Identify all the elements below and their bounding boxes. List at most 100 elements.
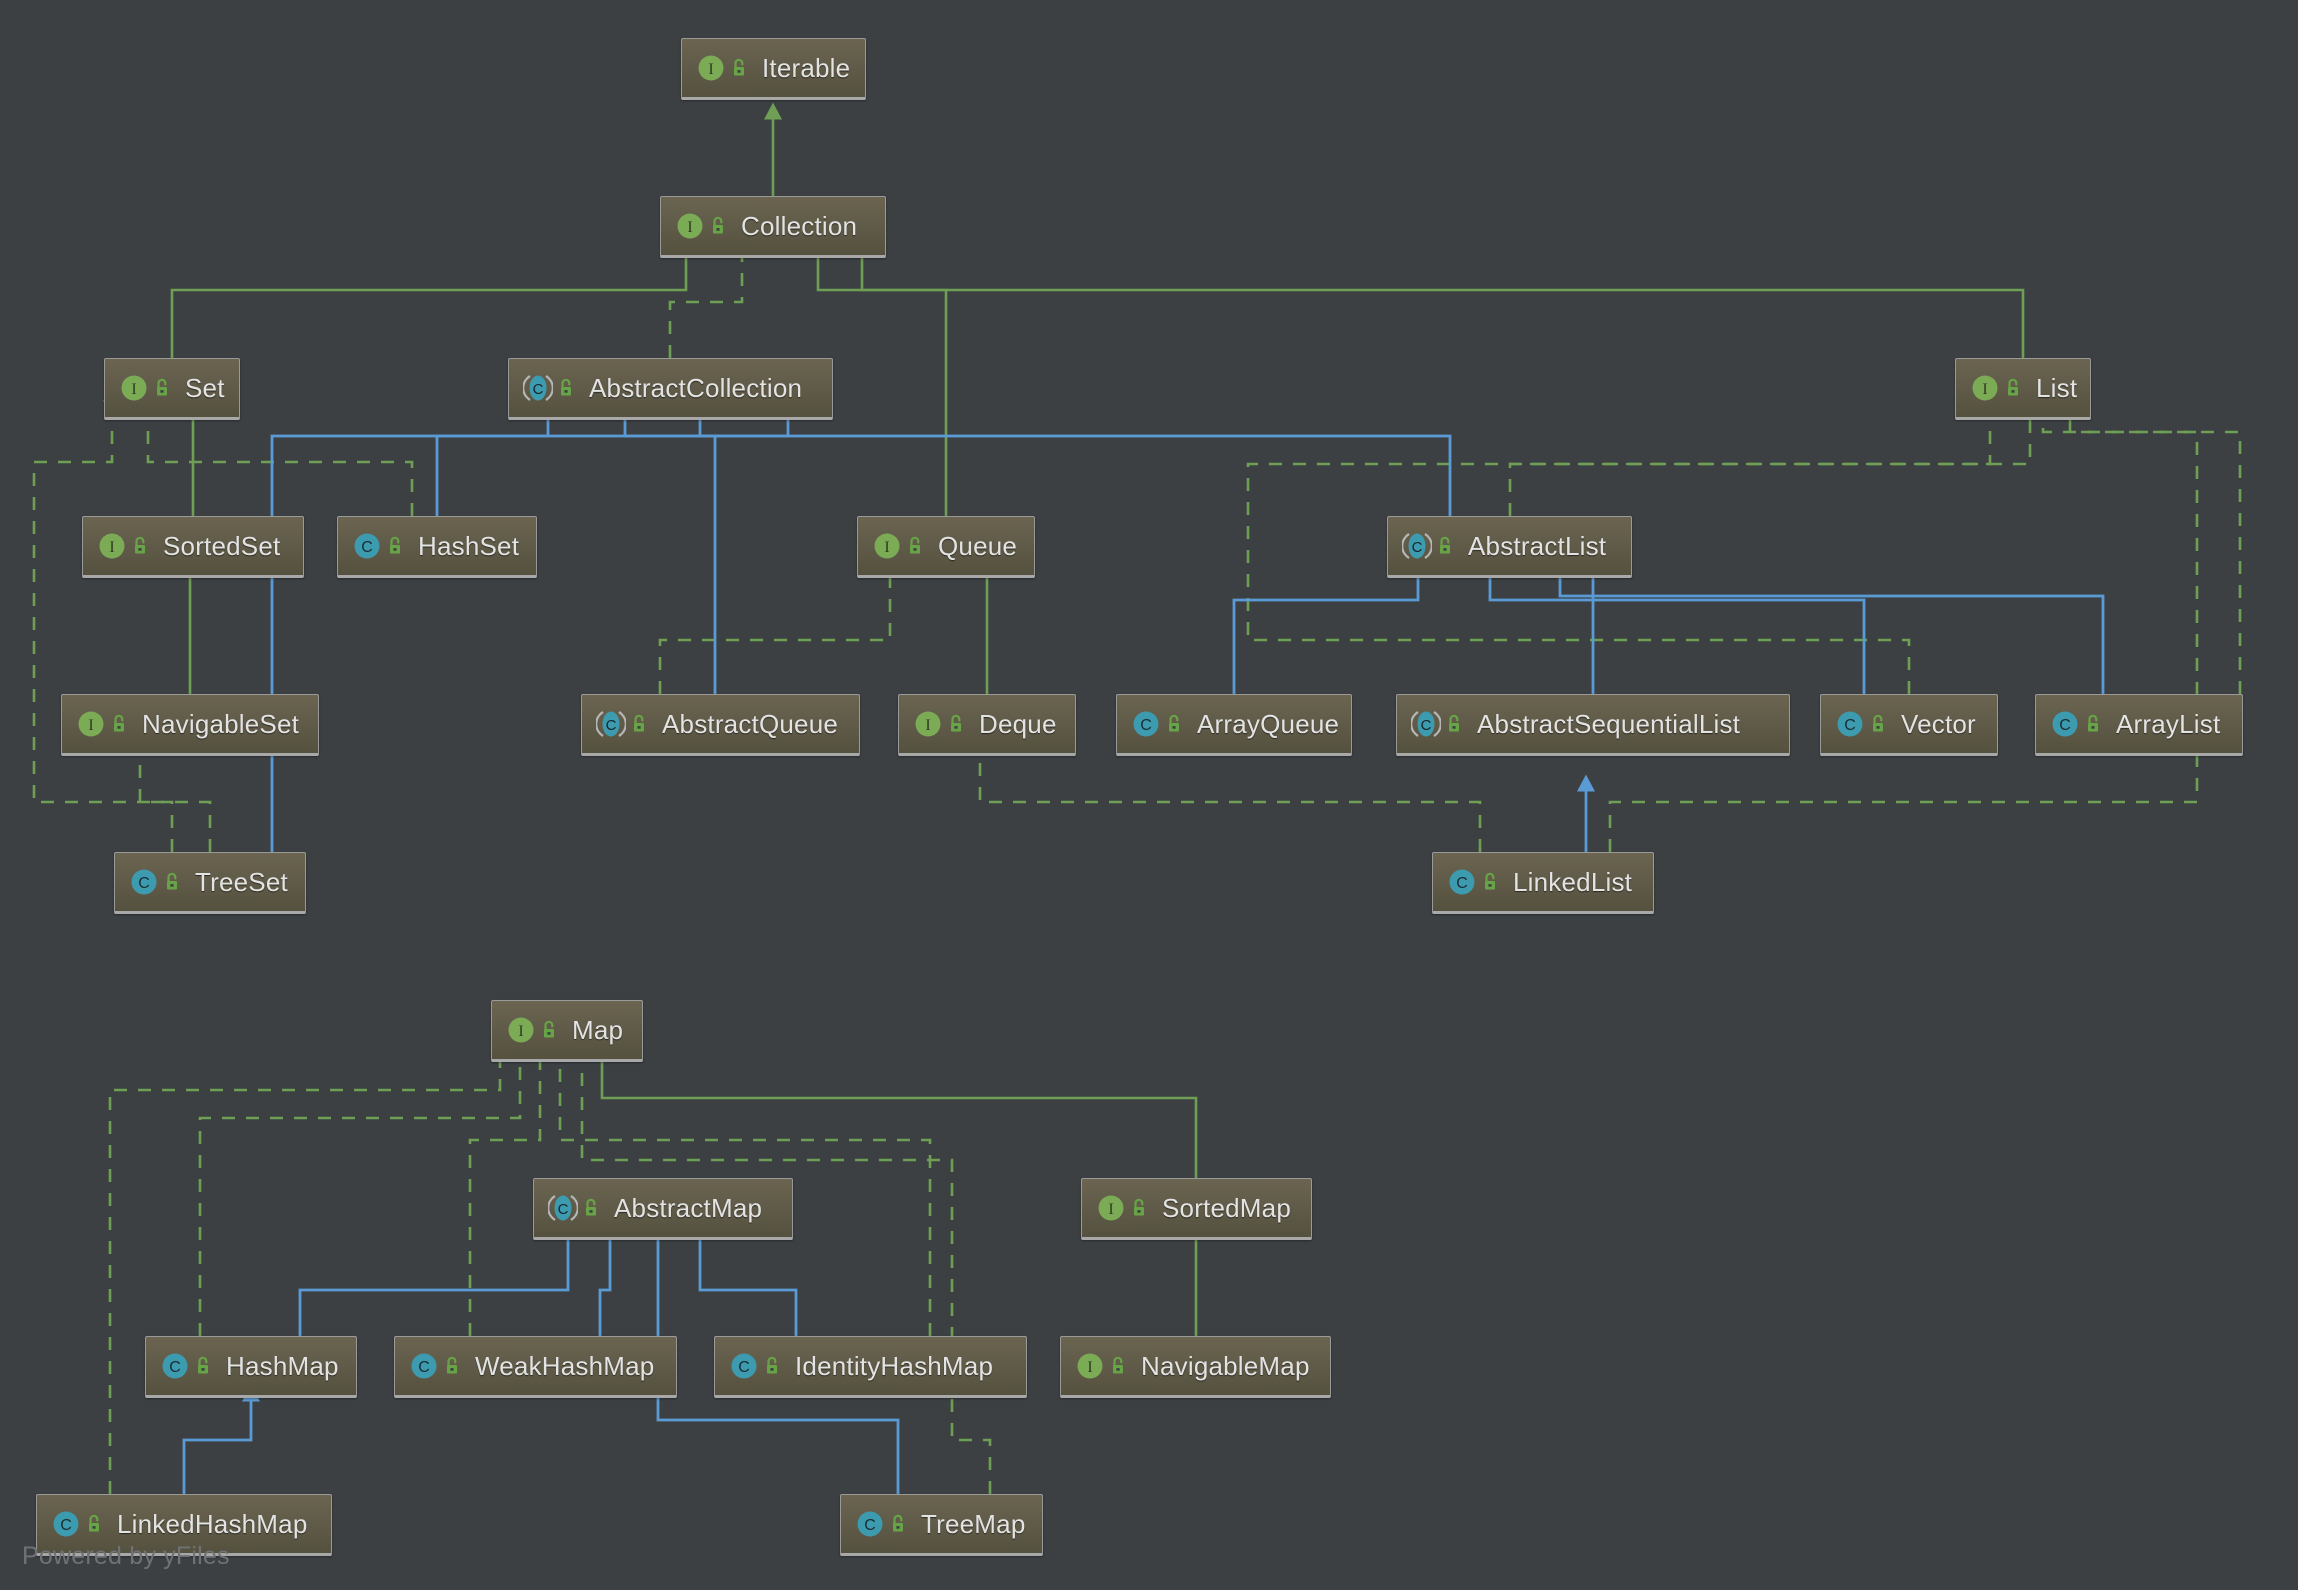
class-node-hashset[interactable]: C HashSet: [337, 516, 537, 578]
interface-icon: I: [1096, 1193, 1126, 1223]
unlocked-padlock-icon: [1165, 713, 1185, 735]
svg-text:I: I: [518, 1023, 523, 1040]
class-node-label: Set: [185, 373, 225, 403]
svg-text:I: I: [109, 539, 114, 556]
class-node-map[interactable]: I Map: [491, 1000, 643, 1062]
class-node-identityhashmap[interactable]: C IdentityHashMap: [714, 1336, 1027, 1398]
class-icon: C: [1835, 709, 1865, 739]
svg-text:C: C: [606, 717, 617, 734]
class-node-label: ArrayQueue: [1197, 709, 1340, 739]
class-node-navigablemap[interactable]: I NavigableMap: [1060, 1336, 1331, 1398]
unlocked-padlock-icon: [110, 713, 130, 735]
class-node-label: Map: [572, 1015, 624, 1045]
unlocked-padlock-icon: [709, 215, 729, 237]
abstract-class-icon: C: [1402, 531, 1432, 561]
yfiles-watermark: Powered by yFiles: [22, 1542, 230, 1570]
class-node-vector[interactable]: C Vector: [1820, 694, 1998, 756]
class-node-arrayqueue[interactable]: C ArrayQueue: [1116, 694, 1352, 756]
class-node-label: Vector: [1901, 709, 1976, 739]
svg-text:C: C: [1421, 717, 1432, 734]
class-icon: C: [2050, 709, 2080, 739]
class-node-treeset[interactable]: C TreeSet: [114, 852, 306, 914]
unlocked-padlock-icon: [443, 1355, 463, 1377]
unlocked-padlock-icon: [889, 1513, 909, 1535]
class-node-label: NavigableSet: [142, 709, 300, 739]
class-node-abstractqueue[interactable]: C AbstractQueue: [581, 694, 860, 756]
svg-text:C: C: [361, 539, 373, 556]
class-icon: C: [160, 1351, 190, 1381]
unlocked-padlock-icon: [85, 1513, 105, 1535]
unlocked-padlock-icon: [1481, 871, 1501, 893]
class-node-list[interactable]: I List: [1955, 358, 2091, 420]
svg-text:C: C: [558, 1201, 569, 1218]
class-node-label: AbstractQueue: [662, 709, 839, 739]
svg-text:C: C: [60, 1517, 72, 1534]
unlocked-padlock-icon: [730, 57, 750, 79]
class-node-abstractlist[interactable]: C AbstractList: [1387, 516, 1632, 578]
class-node-navigableset[interactable]: I NavigableSet: [61, 694, 319, 756]
unlocked-padlock-icon: [1130, 1197, 1150, 1219]
class-icon: C: [729, 1351, 759, 1381]
unlocked-padlock-icon: [906, 535, 926, 557]
interface-icon: I: [97, 531, 127, 561]
svg-text:C: C: [2059, 717, 2071, 734]
unlocked-padlock-icon: [1869, 713, 1889, 735]
class-node-label: Queue: [938, 531, 1018, 561]
unlocked-padlock-icon: [194, 1355, 214, 1377]
svg-text:I: I: [1982, 381, 1987, 398]
class-node-arraylist[interactable]: C ArrayList: [2035, 694, 2243, 756]
unlocked-padlock-icon: [557, 377, 577, 399]
class-node-label: HashSet: [418, 531, 520, 561]
class-icon: C: [129, 867, 159, 897]
class-node-iterable[interactable]: I Iterable: [681, 38, 866, 100]
interface-icon: I: [1970, 373, 2000, 403]
class-node-collection[interactable]: I Collection: [660, 196, 886, 258]
class-node-treemap[interactable]: C TreeMap: [840, 1494, 1043, 1556]
abstract-class-icon: C: [548, 1193, 578, 1223]
class-node-linkedlist[interactable]: C LinkedList: [1432, 852, 1654, 914]
class-node-label: LinkedHashMap: [117, 1509, 308, 1539]
unlocked-padlock-icon: [763, 1355, 783, 1377]
unlocked-padlock-icon: [386, 535, 406, 557]
interface-icon: I: [1075, 1351, 1105, 1381]
class-node-sortedmap[interactable]: I SortedMap: [1081, 1178, 1312, 1240]
svg-text:C: C: [864, 1517, 876, 1534]
unlocked-padlock-icon: [131, 535, 151, 557]
class-node-queue[interactable]: I Queue: [857, 516, 1035, 578]
class-node-label: AbstractSequentialList: [1477, 709, 1741, 739]
svg-text:C: C: [418, 1359, 430, 1376]
class-icon: C: [1131, 709, 1161, 739]
unlocked-padlock-icon: [947, 713, 967, 735]
class-node-sortedset[interactable]: I SortedSet: [82, 516, 304, 578]
svg-text:I: I: [88, 717, 93, 734]
class-node-abstractsequentiallist[interactable]: C AbstractSequentialList: [1396, 694, 1790, 756]
class-node-label: ArrayList: [2116, 709, 2221, 739]
class-icon: C: [51, 1509, 81, 1539]
class-node-label: List: [2036, 373, 2078, 403]
class-node-label: Collection: [741, 211, 858, 241]
unlocked-padlock-icon: [630, 713, 650, 735]
abstract-class-icon: C: [1411, 709, 1441, 739]
svg-text:C: C: [533, 381, 544, 398]
class-node-label: LinkedList: [1513, 867, 1633, 897]
class-node-abstractmap[interactable]: C AbstractMap: [533, 1178, 793, 1240]
svg-text:C: C: [1412, 539, 1423, 556]
class-node-hashmap[interactable]: C HashMap: [145, 1336, 357, 1398]
abstract-class-icon: C: [523, 373, 553, 403]
interface-icon: I: [119, 373, 149, 403]
unlocked-padlock-icon: [1109, 1355, 1129, 1377]
interface-icon: I: [913, 709, 943, 739]
class-icon: C: [409, 1351, 439, 1381]
svg-text:C: C: [1140, 717, 1152, 734]
svg-text:I: I: [687, 219, 692, 236]
class-node-label: AbstractCollection: [589, 373, 803, 403]
svg-text:I: I: [131, 381, 136, 398]
class-icon: C: [855, 1509, 885, 1539]
class-node-weakhashmap[interactable]: C WeakHashMap: [394, 1336, 677, 1398]
diagram-canvas: I Iterable I Collection I Set C AbstractCollect…: [0, 0, 2298, 1590]
unlocked-padlock-icon: [2084, 713, 2104, 735]
svg-text:C: C: [138, 875, 150, 892]
class-node-set[interactable]: I Set: [104, 358, 240, 420]
class-node-abstractcollection[interactable]: C AbstractCollection: [508, 358, 833, 420]
class-node-deque[interactable]: I Deque: [898, 694, 1076, 756]
